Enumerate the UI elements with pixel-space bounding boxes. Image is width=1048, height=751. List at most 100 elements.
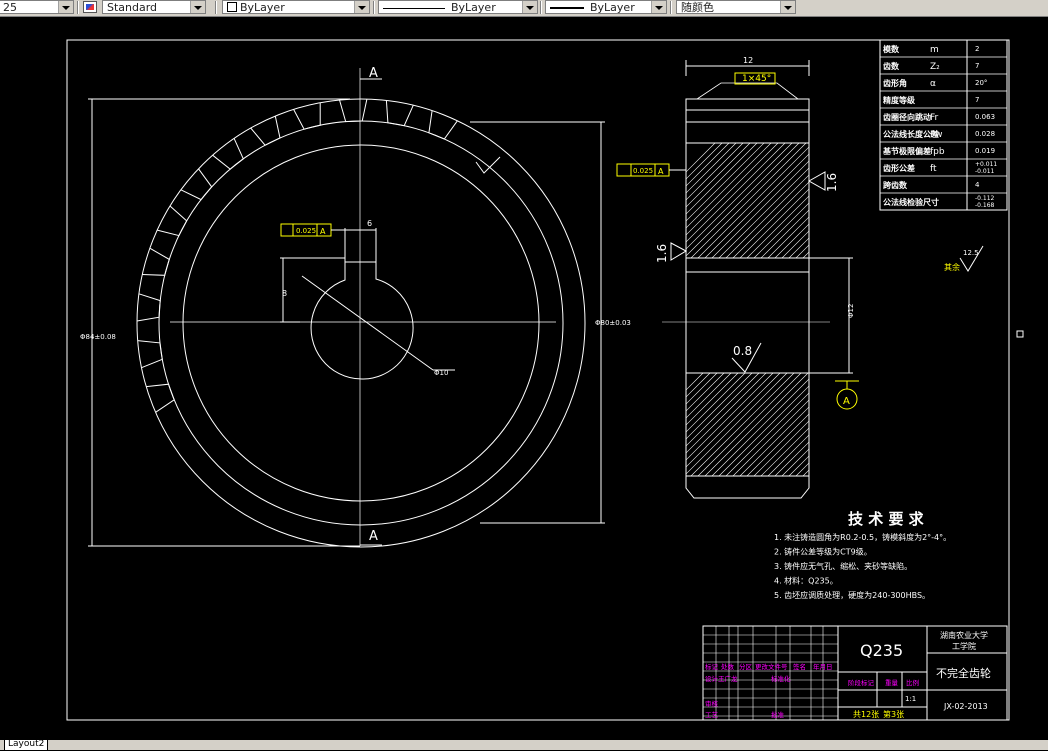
dimscale-combo[interactable]: 25 <box>0 0 74 14</box>
hatch-line <box>686 143 758 215</box>
plotstyle-value: 随颜色 <box>681 1 714 14</box>
hatch-line <box>852 373 955 476</box>
lineweight-value: ByLayer <box>590 1 635 14</box>
linetype-combo[interactable]: ByLayer <box>378 0 538 14</box>
param-value: -0.011 <box>975 168 995 175</box>
hub-dia-dim-label: Φ12 <box>847 304 855 318</box>
param-label: 跨齿数 <box>883 180 908 190</box>
hatch-line <box>788 455 809 476</box>
param-symbol: Fr <box>930 113 939 123</box>
hatch-line <box>686 373 704 391</box>
hatch-line <box>894 373 997 476</box>
outer-dia-left-label: Φ84±0.08 <box>80 333 116 341</box>
color-swatch-icon <box>227 2 237 12</box>
tech-req-item: 1. 未注铸造圆角为R0.2-0.5，铸模斜度为2°-4°。 <box>774 532 951 542</box>
sheets-total: 共12张 <box>853 710 879 719</box>
color-combo[interactable]: ByLayer <box>222 0 370 14</box>
key-depth-dim-label: 8 <box>282 289 287 298</box>
plotstyle-combo[interactable]: 随颜色 <box>676 0 796 14</box>
hatch-line <box>838 373 941 476</box>
param-value: 0.063 <box>975 113 995 121</box>
param-label: 基节极限偏差 <box>882 146 931 156</box>
hatch-line <box>760 427 809 476</box>
hatch-line <box>686 373 746 433</box>
hatch-line <box>746 413 809 476</box>
title-block-label: 年月日 <box>813 662 833 671</box>
hatch-line <box>810 373 913 476</box>
hatch-line <box>686 143 772 229</box>
title-block-label: 批准 <box>771 710 785 719</box>
tech-req-item: 4. 材料：Q235。 <box>774 576 838 586</box>
linetype-value: ByLayer <box>451 1 496 14</box>
hatch-line <box>774 441 809 476</box>
toolbar-separator <box>77 1 79 14</box>
hatch-line <box>824 373 927 476</box>
drawing-number: JX-02-2013 <box>943 702 988 711</box>
title-block-label: 签名 <box>793 662 806 671</box>
param-symbol: fpb <box>930 147 945 157</box>
hatch-line <box>690 373 795 476</box>
param-value: 0.019 <box>975 147 995 155</box>
hatch-line <box>746 195 809 258</box>
param-value: 2 <box>975 45 979 53</box>
layout-tab-bar: Layout2 <box>0 740 1048 751</box>
viewport-grip-handle[interactable] <box>1016 330 1024 338</box>
scale-value: 1:1 <box>905 695 916 703</box>
hatch-line <box>686 143 723 180</box>
outer-dia-dimension-left <box>88 98 360 547</box>
drawing-frame <box>66 39 1010 721</box>
param-value: 7 <box>975 96 979 104</box>
hatch-line <box>739 188 809 258</box>
material-label: Q235 <box>860 641 903 660</box>
sheet-number: 第3张 <box>883 709 904 719</box>
chamfer-dim-label: 1×45° <box>742 74 771 84</box>
param-symbol: m <box>930 45 939 55</box>
tech-req-item: 3. 铸件应无气孔、缩松、夹砂等缺陷。 <box>774 561 912 571</box>
title-block-label: 设计 <box>705 674 719 683</box>
lineweight-combo[interactable]: ByLayer <box>545 0 667 14</box>
toolbar-separator <box>215 1 217 14</box>
key-depth-dimension <box>280 257 345 323</box>
param-symbol: ft <box>930 164 937 174</box>
hatch-line <box>686 143 786 243</box>
param-label: 齿圈径向跳动 <box>883 112 931 122</box>
section-mark-bottom: A <box>369 529 378 544</box>
chevron-down-icon[interactable] <box>58 1 73 13</box>
tech-req-item: 5. 齿坯应调质处理，硬度为240-300HBS。 <box>774 590 930 600</box>
chevron-down-icon[interactable] <box>780 1 795 13</box>
title-block-label: 比例 <box>906 678 919 687</box>
toolbar-separator <box>670 1 672 14</box>
hatch-line <box>686 143 765 222</box>
chevron-down-icon[interactable] <box>190 1 205 13</box>
param-value: 7 <box>975 62 979 70</box>
tech-req-list: 1. 未注铸造圆角为R0.2-0.5，铸模斜度为2°-4°。 2. 铸件公差等级为… <box>774 532 951 600</box>
datum-label: A <box>843 396 850 407</box>
chevron-down-icon[interactable] <box>522 1 537 13</box>
title-block-label: 处数 <box>721 662 735 671</box>
hatch-line <box>732 399 809 476</box>
hatch-line <box>686 143 779 236</box>
hatch-line <box>711 378 809 476</box>
drawing-canvas[interactable]: Φ10 A A 0.025 A 6 8 Φ84±0.08 Φ80±0.03 12… <box>0 16 1048 740</box>
part-name: 不完全齿轮 <box>936 666 991 680</box>
hatch-line <box>817 373 920 476</box>
param-value: +0.011 <box>975 161 997 168</box>
text-style-combo[interactable]: Standard <box>102 0 206 14</box>
hatch-line <box>697 146 809 258</box>
key-width-dimension <box>344 228 377 262</box>
tab-layout2[interactable]: Layout2 <box>4 740 49 751</box>
chevron-down-icon[interactable] <box>651 1 666 13</box>
hatch-line <box>873 373 976 476</box>
hatch-line <box>732 181 809 258</box>
title-block-label: 标记 <box>705 662 719 671</box>
chevron-down-icon[interactable] <box>354 1 369 13</box>
hatch-line <box>718 385 809 476</box>
hatch-line <box>704 373 809 476</box>
param-symbol: α <box>930 79 936 89</box>
param-label: 模数 <box>883 44 900 54</box>
tech-req-item: 2. 铸件公差等级为CT9级。 <box>774 547 872 557</box>
roughness-bore-label: 0.8 <box>733 344 752 358</box>
hatch-line <box>845 373 948 476</box>
text-style-icon[interactable] <box>83 1 97 13</box>
hatch-line <box>725 392 809 476</box>
